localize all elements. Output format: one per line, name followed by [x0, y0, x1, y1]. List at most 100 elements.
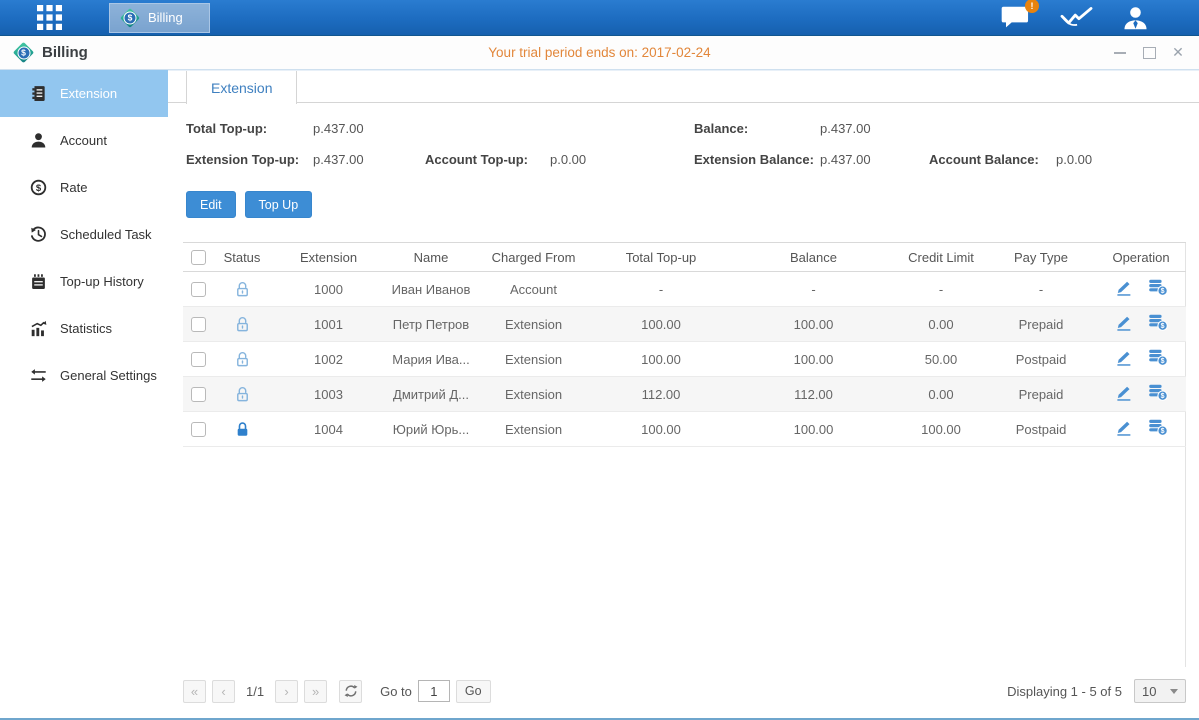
- col-total-topup: Total Top-up: [591, 242, 731, 272]
- extension-topup-value: p.437.00: [313, 152, 364, 167]
- col-extension: Extension: [271, 242, 386, 272]
- extension-icon: [30, 85, 47, 102]
- go-button[interactable]: Go: [456, 680, 491, 703]
- first-page-button[interactable]: «: [183, 680, 206, 703]
- goto-page-input[interactable]: [418, 680, 450, 702]
- cell-charged-from: Extension: [476, 307, 591, 342]
- cell-pay-type: Postpaid: [986, 412, 1096, 447]
- sidebar-item-general-settings[interactable]: General Settings: [0, 352, 168, 399]
- main-content: Extension Total Top-up: p.437.00 Balance…: [168, 70, 1199, 718]
- page-indicator: 1/1: [246, 684, 264, 699]
- sidebar-label: General Settings: [60, 368, 157, 383]
- cell-balance: 112.00: [731, 377, 896, 412]
- resource-monitor-icon[interactable]: [1060, 6, 1093, 29]
- sidebar-item-extension[interactable]: Extension: [0, 70, 168, 117]
- cell-total-topup: 100.00: [591, 412, 731, 447]
- col-charged-from: Charged From: [476, 242, 591, 272]
- window-billing-icon: $: [13, 42, 34, 63]
- sidebar-item-account[interactable]: Account: [0, 117, 168, 164]
- topbar-tab-label: Billing: [148, 10, 183, 25]
- cell-balance: 100.00: [731, 342, 896, 377]
- page-size-select[interactable]: 10: [1134, 679, 1186, 703]
- topbar-tab-billing[interactable]: $ Billing: [109, 3, 210, 33]
- close-icon[interactable]: ✕: [1169, 44, 1187, 62]
- cell-name: Мария Ива...: [386, 342, 476, 377]
- page-size-value: 10: [1142, 684, 1156, 699]
- tab-extension[interactable]: Extension: [186, 71, 297, 104]
- extension-topup-label: Extension Top-up:: [186, 152, 299, 167]
- sidebar: Extension Account $ Rate: [0, 70, 168, 718]
- col-status: Status: [213, 242, 271, 272]
- balance-label: Balance:: [694, 121, 748, 136]
- edit-button[interactable]: Edit: [186, 191, 236, 218]
- title-group: $ Billing: [0, 42, 88, 63]
- prev-page-button[interactable]: ‹: [212, 680, 235, 703]
- select-all-checkbox[interactable]: [191, 250, 206, 265]
- topbar-icons: !: [1001, 5, 1199, 31]
- cell-pay-type: Postpaid: [986, 342, 1096, 377]
- cell-pay-type: -: [986, 272, 1096, 307]
- col-operation: Operation: [1096, 242, 1186, 272]
- tab-bar: Extension: [168, 70, 1199, 103]
- maximize-icon[interactable]: [1140, 44, 1158, 62]
- refresh-button[interactable]: [339, 680, 362, 703]
- row-checkbox[interactable]: [191, 317, 206, 332]
- cell-extension: 1001: [271, 307, 386, 342]
- total-topup-label: Total Top-up:: [186, 121, 267, 136]
- window-controls: ✕: [1111, 36, 1187, 69]
- account-icon: [30, 132, 47, 149]
- top-up-row-icon[interactable]: $: [1148, 419, 1168, 436]
- cell-extension: 1002: [271, 342, 386, 377]
- sidebar-label: Scheduled Task: [60, 227, 152, 242]
- sidebar-label: Extension: [60, 86, 117, 101]
- user-account-icon[interactable]: [1122, 5, 1149, 31]
- top-up-row-icon[interactable]: $: [1148, 314, 1168, 331]
- cell-extension: 1000: [271, 272, 386, 307]
- edit-extension-icon[interactable]: [1114, 349, 1133, 367]
- table-row: 1004 Юрий Юрь... Extension 100.00 100.00…: [183, 412, 1186, 447]
- sidebar-label: Top-up History: [60, 274, 144, 289]
- sidebar-label: Account: [60, 133, 107, 148]
- table-row: 1002 Мария Ива... Extension 100.00 100.0…: [183, 342, 1186, 377]
- account-balance-label: Account Balance:: [929, 152, 1039, 167]
- displaying-text: Displaying 1 - 5 of 5: [1007, 684, 1122, 699]
- svg-text:$: $: [1161, 358, 1165, 365]
- next-page-button[interactable]: ›: [275, 680, 298, 703]
- top-up-row-icon[interactable]: $: [1148, 349, 1168, 366]
- extension-balance-value: p.437.00: [820, 152, 871, 167]
- app-grid-icon[interactable]: [36, 4, 63, 31]
- sidebar-item-scheduled-task[interactable]: Scheduled Task: [0, 211, 168, 258]
- top-up-button[interactable]: Top Up: [245, 191, 313, 218]
- edit-extension-icon[interactable]: [1114, 419, 1133, 437]
- cell-charged-from: Extension: [476, 412, 591, 447]
- sidebar-item-rate[interactable]: $ Rate: [0, 164, 168, 211]
- row-checkbox[interactable]: [191, 282, 206, 297]
- cell-balance: -: [731, 272, 896, 307]
- last-page-button[interactable]: »: [304, 680, 327, 703]
- edit-extension-icon[interactable]: [1114, 314, 1133, 332]
- col-credit-limit: Credit Limit: [896, 242, 986, 272]
- topup-history-icon: [30, 273, 47, 290]
- general-settings-icon: [30, 367, 47, 384]
- table-header-row: Status Extension Name Charged From Total…: [183, 242, 1186, 272]
- cell-name: Иван Иванов: [386, 272, 476, 307]
- rate-icon: $: [30, 179, 47, 196]
- top-up-row-icon[interactable]: $: [1148, 279, 1168, 296]
- cell-extension: 1004: [271, 412, 386, 447]
- row-checkbox[interactable]: [191, 387, 206, 402]
- minimize-icon[interactable]: [1111, 44, 1129, 62]
- notifications-icon[interactable]: !: [1001, 5, 1031, 30]
- status-lock-icon: [234, 350, 251, 365]
- cell-total-topup: 112.00: [591, 377, 731, 412]
- notification-badge: !: [1025, 0, 1039, 13]
- sidebar-item-statistics[interactable]: Statistics: [0, 305, 168, 352]
- cell-credit-limit: -: [896, 272, 986, 307]
- row-checkbox[interactable]: [191, 352, 206, 367]
- status-lock-icon: [234, 420, 251, 435]
- edit-extension-icon[interactable]: [1114, 384, 1133, 402]
- cell-name: Дмитрий Д...: [386, 377, 476, 412]
- row-checkbox[interactable]: [191, 422, 206, 437]
- sidebar-item-topup-history[interactable]: Top-up History: [0, 258, 168, 305]
- top-up-row-icon[interactable]: $: [1148, 384, 1168, 401]
- edit-extension-icon[interactable]: [1114, 279, 1133, 297]
